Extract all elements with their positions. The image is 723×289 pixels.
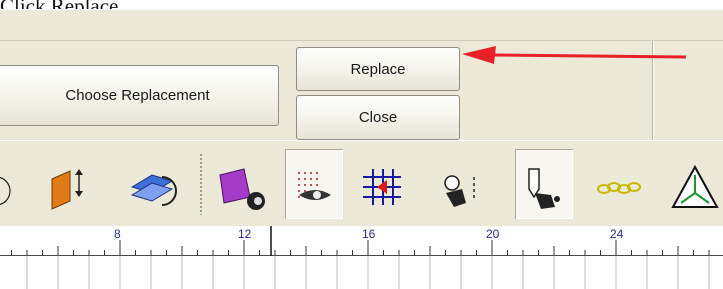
pen-node-icon bbox=[528, 168, 560, 209]
horizontal-ruler[interactable]: 8 12 16 20 24 bbox=[0, 226, 723, 256]
circle-tool-button[interactable] bbox=[0, 149, 28, 219]
circle-tool-icon bbox=[0, 176, 11, 206]
replace-button[interactable]: Replace bbox=[296, 47, 460, 91]
pen-node-button[interactable] bbox=[515, 149, 573, 219]
node-edit-icon bbox=[444, 175, 475, 207]
ruler-label: 24 bbox=[610, 227, 624, 241]
ruler-label: 20 bbox=[486, 227, 500, 241]
panel-divider bbox=[0, 40, 723, 41]
replace-label: Replace bbox=[350, 60, 406, 78]
triangle-tool-button[interactable] bbox=[665, 149, 723, 219]
show-grid-button[interactable] bbox=[285, 149, 343, 219]
show-grid-icon bbox=[298, 172, 331, 200]
snap-to-grid-button[interactable] bbox=[355, 149, 413, 219]
rotate-shape-button[interactable] bbox=[122, 149, 180, 219]
pointer-arrow bbox=[462, 46, 687, 64]
ruler-scale: 8 12 16 20 24 bbox=[11, 226, 710, 256]
purple-box-tool-icon bbox=[219, 168, 265, 210]
purple-box-button[interactable] bbox=[210, 149, 268, 219]
toolbar-grip bbox=[199, 153, 203, 215]
snap-to-grid-icon bbox=[363, 169, 401, 205]
rotate-shape-icon bbox=[130, 174, 177, 206]
choose-replacement-button[interactable]: Choose Replacement bbox=[0, 65, 279, 126]
ruler-label: 12 bbox=[238, 227, 252, 241]
resize-vertical-icon bbox=[51, 169, 83, 210]
triangle-tool-icon bbox=[671, 164, 719, 208]
grid-lines bbox=[26, 256, 710, 289]
choose-replacement-label: Choose Replacement bbox=[65, 87, 210, 104]
canvas-grid[interactable] bbox=[0, 256, 723, 289]
close-label: Close bbox=[358, 109, 398, 126]
ruler-label: 16 bbox=[362, 227, 376, 241]
close-button[interactable]: Close bbox=[296, 95, 460, 140]
ruler-label: 8 bbox=[114, 227, 121, 241]
chain-link-button[interactable] bbox=[590, 149, 648, 219]
drawing-toolbar bbox=[0, 140, 723, 227]
chain-link-icon bbox=[597, 182, 641, 194]
replace-dialog-panel: Choose Replacement Replace Close bbox=[0, 9, 723, 149]
resize-vertical-button[interactable] bbox=[40, 149, 98, 219]
node-edit-button[interactable] bbox=[432, 149, 490, 219]
